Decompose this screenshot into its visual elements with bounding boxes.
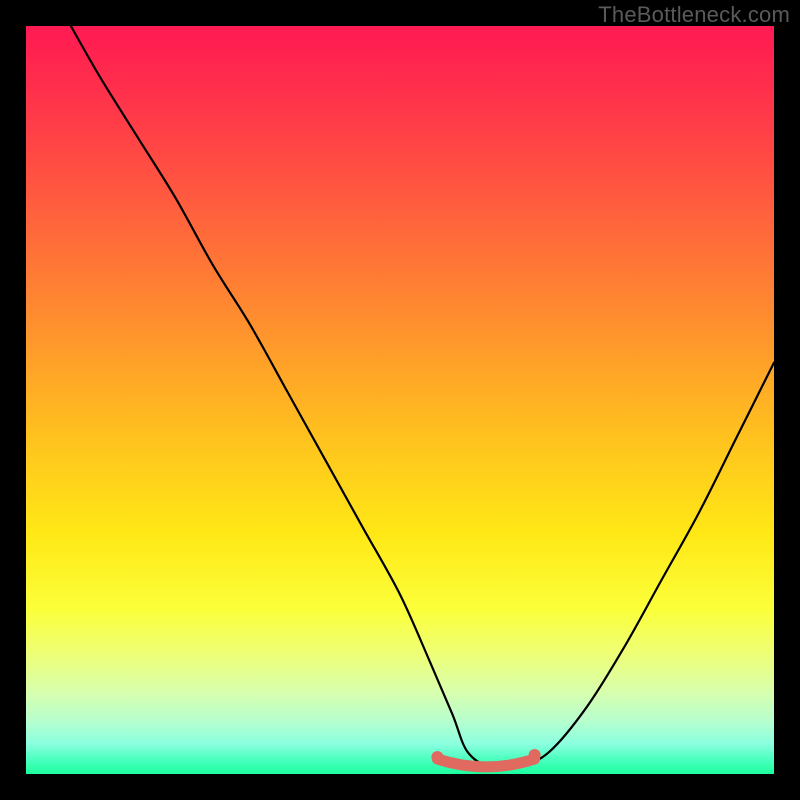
bottleneck-curve [26, 26, 774, 774]
watermark-text: TheBottleneck.com [598, 2, 790, 28]
plot-area [26, 26, 774, 774]
chart-frame: TheBottleneck.com [0, 0, 800, 800]
